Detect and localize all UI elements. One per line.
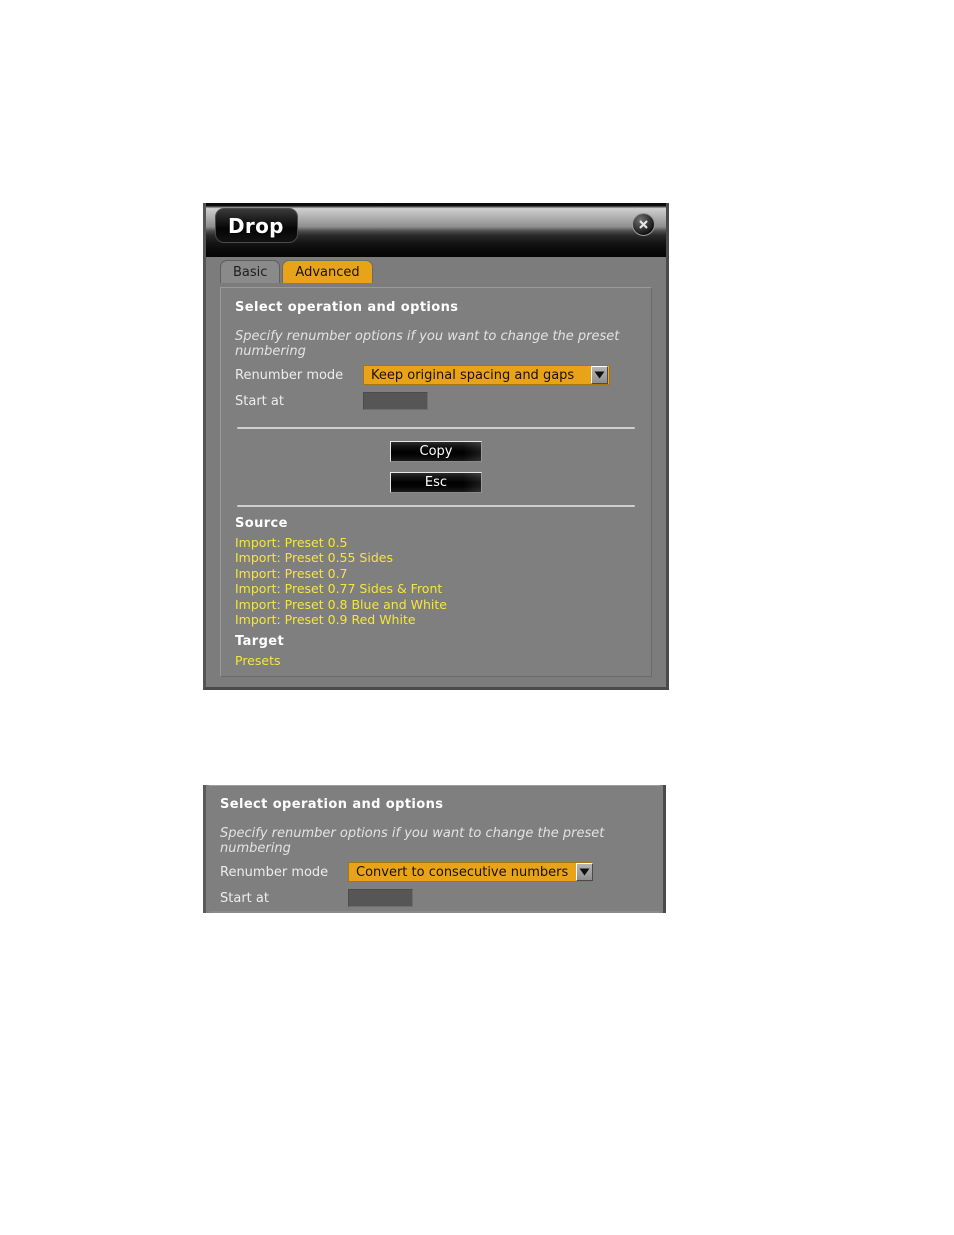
target-heading: Target [235,633,285,649]
renumber-mode-dropdown[interactable]: Keep original spacing and gaps [363,365,610,386]
dialog-button-column: Copy Esc [235,429,637,503]
list-item[interactable]: Import: Preset 0.9 Red White [235,612,637,628]
dialog-title-chip: Drop [215,208,298,243]
renumber-hint-text-2: Specify renumber options if you want to … [220,826,605,857]
tab-basic-label: Basic [233,264,268,280]
renumber-hint-text: Specify renumber options if you want to … [235,329,620,360]
advanced-tab-panel: Select operation and options Specify ren… [220,287,652,677]
source-list: Import: Preset 0.5 Import: Preset 0.55 S… [235,535,637,628]
target-list: Presets [235,653,637,669]
start-at-label-2: Start at [220,890,269,906]
section-heading-2: Select operation and options [220,797,444,812]
section-heading: Select operation and options [235,300,459,315]
copy-button-label: Copy [419,443,453,459]
dialog-tabstrip: Basic Advanced [206,257,666,283]
start-at-input-2[interactable] [348,889,413,908]
start-at-row: Start at [235,390,637,413]
dialog-titlebar: Drop [206,203,666,257]
renumber-mode-value: Keep original spacing and gaps [371,367,575,383]
tab-advanced-label: Advanced [295,264,360,280]
list-item[interactable]: Import: Preset 0.7 [235,566,637,582]
renumber-mode-label-2: Renumber mode [220,864,329,880]
tab-basic[interactable]: Basic [220,260,281,283]
esc-button[interactable]: Esc [390,471,482,493]
drop-dialog: Drop Basic Advanced Select operation and… [203,203,669,690]
divider-above-source [237,504,635,507]
tab-advanced[interactable]: Advanced [282,260,373,283]
start-at-row-2: Start at [220,887,649,910]
chevron-down-icon[interactable] [591,366,608,385]
renumber-mode-label: Renumber mode [235,367,344,383]
renumber-mode-dropdown-2[interactable]: Convert to consecutive numbers [348,862,594,883]
dialog-title: Drop [228,213,284,238]
start-at-input[interactable] [363,392,428,411]
renumber-mode-row: Renumber mode Keep original spacing and … [235,364,637,387]
list-item[interactable]: Import: Preset 0.8 Blue and White [235,597,637,613]
copy-button[interactable]: Copy [390,440,482,462]
renumber-mode-value-2: Convert to consecutive numbers [356,864,569,880]
start-at-label: Start at [235,393,284,409]
chevron-down-icon[interactable] [576,863,594,882]
renumber-mode-row-2: Renumber mode Convert to consecutive num… [220,861,649,884]
list-item[interactable]: Import: Preset 0.77 Sides & Front [235,581,637,597]
list-item[interactable]: Import: Preset 0.5 [235,535,637,551]
list-item[interactable]: Presets [235,653,637,669]
esc-button-label: Esc [424,474,448,490]
source-heading: Source [235,515,288,531]
list-item[interactable]: Import: Preset 0.55 Sides [235,550,637,566]
close-circle-icon[interactable] [632,213,655,236]
select-operation-panel-variant: Select operation and options Specify ren… [203,785,666,913]
